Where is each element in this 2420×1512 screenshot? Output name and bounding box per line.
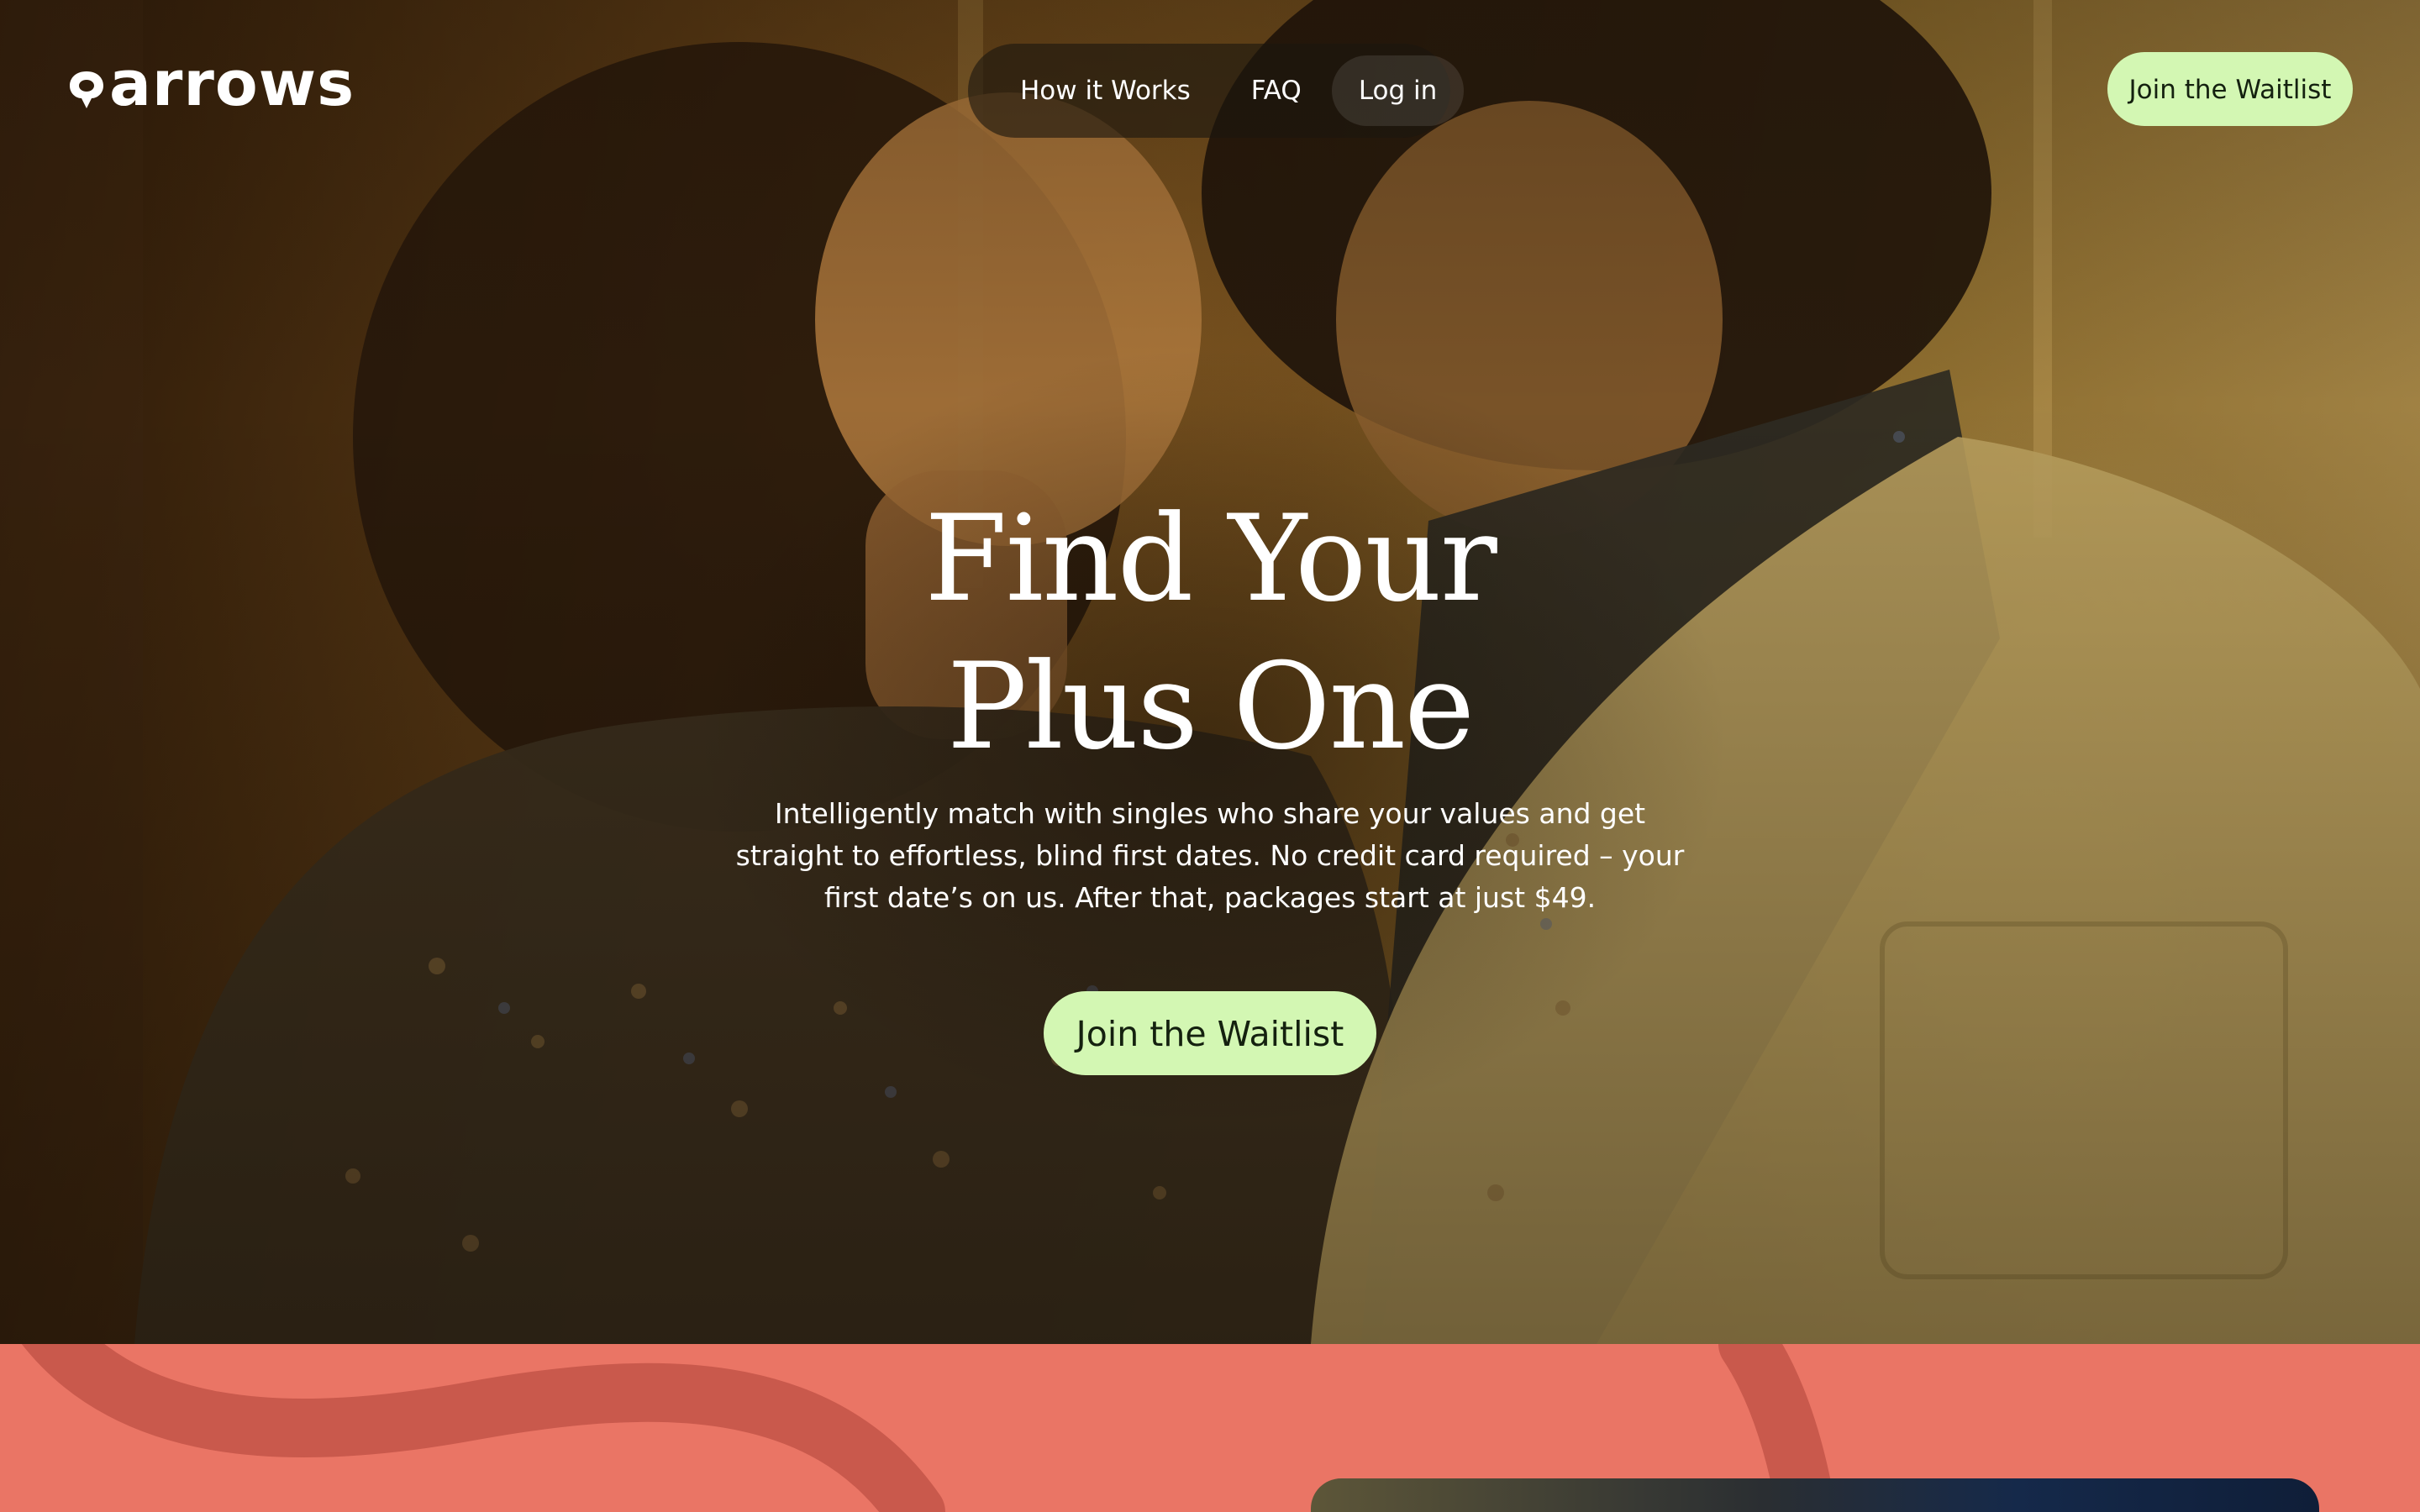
hero-headline-line2: Plus One bbox=[946, 638, 1475, 776]
arrow-heart-icon bbox=[70, 71, 103, 108]
join-waitlist-hero-button[interactable]: Join the Waitlist bbox=[1044, 991, 1376, 1075]
nav-link-faq[interactable]: FAQ bbox=[1221, 55, 1332, 126]
main-nav: How it Works FAQ Log in bbox=[968, 44, 1465, 138]
features-section bbox=[0, 1344, 2420, 1512]
nav-link-how-it-works[interactable]: How it Works bbox=[990, 55, 1221, 126]
hero-headline-line1: Find Your bbox=[924, 490, 1497, 628]
hero-section: arrows How it Works FAQ Log in Join the … bbox=[0, 0, 2420, 1344]
nav-link-log-in[interactable]: Log in bbox=[1331, 55, 1465, 126]
join-waitlist-header-button[interactable]: Join the Waitlist bbox=[2107, 52, 2353, 126]
hero-headline: Find Your Plus One bbox=[706, 486, 1714, 781]
brand-name: arrows bbox=[109, 48, 355, 120]
hero-subtext: Intelligently match with singles who sha… bbox=[735, 797, 1685, 914]
app-preview-card bbox=[1311, 1478, 2319, 1512]
brand-logo[interactable]: arrows bbox=[67, 48, 355, 120]
